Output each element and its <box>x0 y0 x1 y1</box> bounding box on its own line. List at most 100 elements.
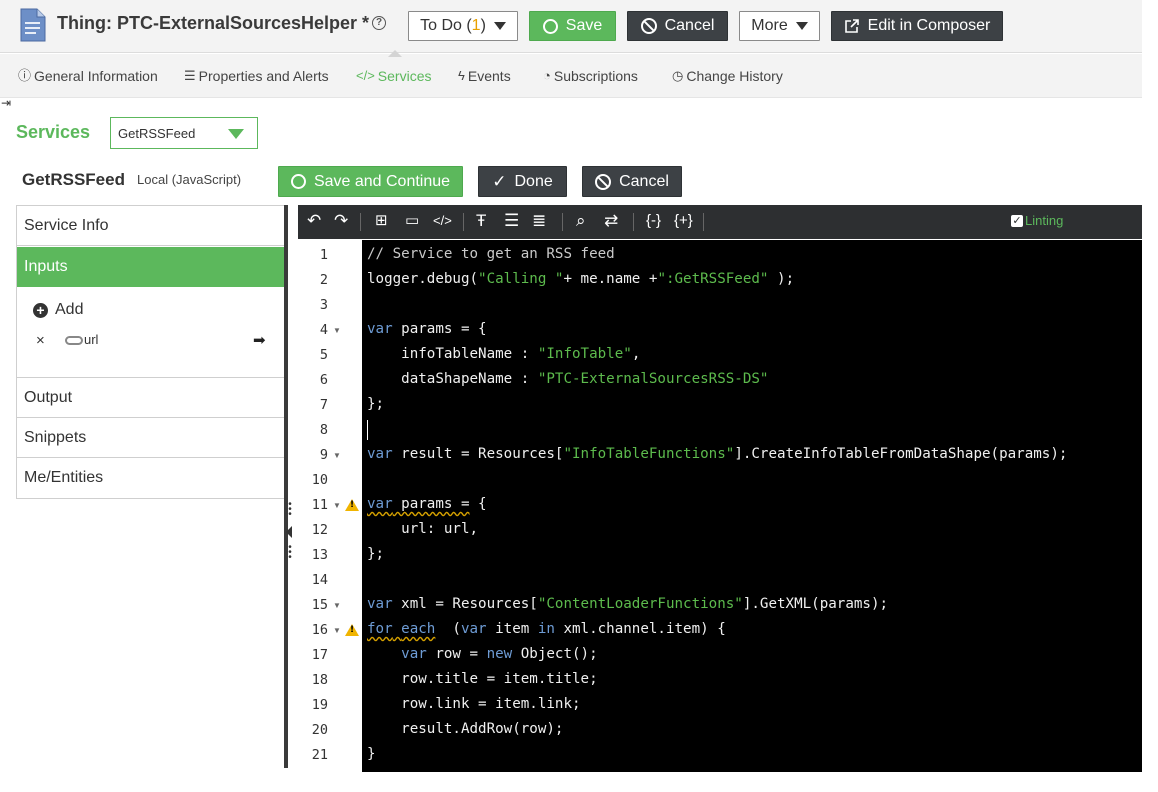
fold-arrow-icon[interactable]: ▼ <box>333 451 341 460</box>
save-and-continue-button[interactable]: Save and Continue <box>278 166 463 197</box>
collapse-left-icon[interactable] <box>286 526 292 538</box>
active-tab-pointer <box>388 50 402 57</box>
torn-edge-right <box>1142 0 1158 792</box>
edit-in-composer-button[interactable]: Edit in Composer <box>831 11 1003 41</box>
tab-change-history[interactable]: ◷ Change History <box>672 68 783 84</box>
torn-edge-bottom <box>0 772 1158 792</box>
code-line[interactable]: var params = { <box>367 321 487 337</box>
rss-icon: ◔ <box>543 68 551 83</box>
code-line[interactable]: result.AddRow(row); <box>367 721 563 737</box>
search-icon[interactable]: ⌕ <box>576 211 586 231</box>
warning-icon[interactable] <box>345 499 359 511</box>
tab-events[interactable]: ϟ Events <box>458 68 511 84</box>
service-type: Local (JavaScript) <box>137 172 242 187</box>
code-line[interactable]: } <box>367 746 376 762</box>
linting-label[interactable]: Linting <box>1025 213 1063 228</box>
line-number: 9 <box>319 447 328 463</box>
panel-item-output[interactable]: Output <box>17 378 285 418</box>
panel-splitter[interactable] <box>284 205 288 768</box>
chevron-down-icon <box>795 22 808 30</box>
fold-arrow-icon[interactable]: ▼ <box>333 326 341 335</box>
tab-services[interactable]: </> Services <box>356 68 431 84</box>
line-number: 20 <box>311 722 328 738</box>
service-cancel-label: Cancel <box>619 172 669 190</box>
fold-all-icon[interactable]: {-} <box>646 211 661 231</box>
linting-checkbox[interactable]: ✓ <box>1011 215 1023 227</box>
tab-general-information[interactable]: ⓘ General Information <box>18 68 158 84</box>
cancel-icon <box>595 173 612 190</box>
line-number: 7 <box>319 397 328 413</box>
warning-icon[interactable] <box>345 624 359 636</box>
input-param-name[interactable]: url <box>84 332 98 347</box>
tab-label: General Information <box>34 68 158 84</box>
save-and-continue-label: Save and Continue <box>313 172 451 190</box>
done-button[interactable]: ✓ Done <box>478 166 567 197</box>
panel-item-inputs[interactable]: Inputs <box>17 247 285 287</box>
line-number: 4 <box>319 322 328 338</box>
toolbar-divider <box>463 213 464 231</box>
service-cancel-button[interactable]: Cancel <box>582 166 682 197</box>
code-line[interactable]: }; <box>367 546 384 562</box>
add-input-button[interactable]: Add <box>55 301 83 319</box>
comment-icon[interactable]: ▭ <box>405 211 419 231</box>
add-snippet-icon[interactable]: ⊞ <box>375 211 388 231</box>
code-icon: </> <box>356 68 375 83</box>
service-select[interactable]: GetRSSFeed <box>110 117 258 149</box>
code-line[interactable]: dataShapeName : "PTC-ExternalSourcesRSS-… <box>367 371 768 387</box>
todo-dropdown[interactable]: To Do (1) <box>408 11 518 41</box>
code-line[interactable]: row.title = item.title; <box>367 671 597 687</box>
line-number: 3 <box>319 297 328 313</box>
page-title: Thing: PTC-ExternalSourcesHelper * <box>57 13 370 33</box>
align-left-icon[interactable]: ☰ <box>504 211 519 231</box>
edit-in-composer-label: Edit in Composer <box>867 17 991 34</box>
remove-input-icon[interactable]: × <box>36 332 45 349</box>
code-line[interactable]: row.link = item.link; <box>367 696 580 712</box>
code-line[interactable]: infoTableName : "InfoTable", <box>367 346 640 362</box>
help-icon[interactable]: ? <box>372 16 386 30</box>
code-line[interactable]: for each (var item in xml.channel.item) … <box>367 621 726 637</box>
check-icon: ✓ <box>492 171 507 191</box>
more-dropdown[interactable]: More <box>739 11 820 41</box>
tab-properties-and-alerts[interactable]: ☰ Properties and Alerts <box>184 68 329 84</box>
tab-label: Events <box>467 68 511 84</box>
code-line[interactable]: url: url, <box>367 521 478 537</box>
redo-icon[interactable]: ↷ <box>334 211 348 231</box>
info-icon: ⓘ <box>18 68 32 83</box>
lightning-icon: ϟ <box>458 68 465 83</box>
unfold-all-icon[interactable]: {+} <box>674 211 693 231</box>
fold-arrow-icon[interactable]: ▼ <box>333 626 341 635</box>
tab-bar: ⓘ General Information ☰ Properties and A… <box>0 54 1158 98</box>
panel-item-service-info[interactable]: Service Info <box>17 206 285 246</box>
arrow-right-icon[interactable]: ➡ <box>253 331 266 349</box>
code-line[interactable]: var result = Resources["InfoTableFunctio… <box>367 446 1067 462</box>
panel-item-snippets[interactable]: Snippets <box>17 418 285 458</box>
service-select-value: GetRSSFeed <box>118 126 196 141</box>
save-button[interactable]: Save <box>529 11 616 41</box>
code-line[interactable]: var xml = Resources["ContentLoaderFuncti… <box>367 596 888 612</box>
undo-icon[interactable]: ↶ <box>307 211 321 231</box>
code-line[interactable]: // Service to get an RSS feed <box>367 246 615 262</box>
external-link-icon <box>844 19 859 33</box>
panel-expand-icon[interactable]: ⇥ <box>1 96 11 110</box>
line-number: 8 <box>319 422 328 438</box>
code-icon[interactable]: </> <box>433 211 452 231</box>
drag-handle-icon[interactable]: • • • <box>287 500 293 520</box>
line-number: 1 <box>319 247 328 263</box>
code-line[interactable]: var row = new Object(); <box>367 646 597 662</box>
editor-toolbar: ↶ ↷ ⊞ ▭ </> Ŧ ☰ ≣ ⌕ ⇄ {-} {+} ✓ Linting <box>298 205 1148 239</box>
code-line[interactable]: var params = { <box>367 496 487 512</box>
code-line[interactable]: }; <box>367 396 384 412</box>
format-text-icon[interactable]: Ŧ <box>476 211 486 231</box>
fold-arrow-icon[interactable]: ▼ <box>333 501 341 510</box>
drag-handle-icon[interactable]: • • • <box>287 543 293 563</box>
line-number: 11 <box>311 497 328 513</box>
code-line[interactable]: logger.debug("Calling "+ me.name +":GetR… <box>367 271 794 287</box>
add-icon[interactable]: + <box>33 303 48 318</box>
align-indent-icon[interactable]: ≣ <box>532 211 546 231</box>
replace-icon[interactable]: ⇄ <box>604 211 618 231</box>
panel-item-me-entities[interactable]: Me/Entities <box>17 458 285 498</box>
cancel-button[interactable]: Cancel <box>627 11 728 41</box>
code-editor[interactable]: 1234▼56789▼1011▼12131415▼16▼1718192021 /… <box>298 240 1148 772</box>
tab-subscriptions[interactable]: ◔ Subscriptions <box>543 68 638 84</box>
fold-arrow-icon[interactable]: ▼ <box>333 601 341 610</box>
